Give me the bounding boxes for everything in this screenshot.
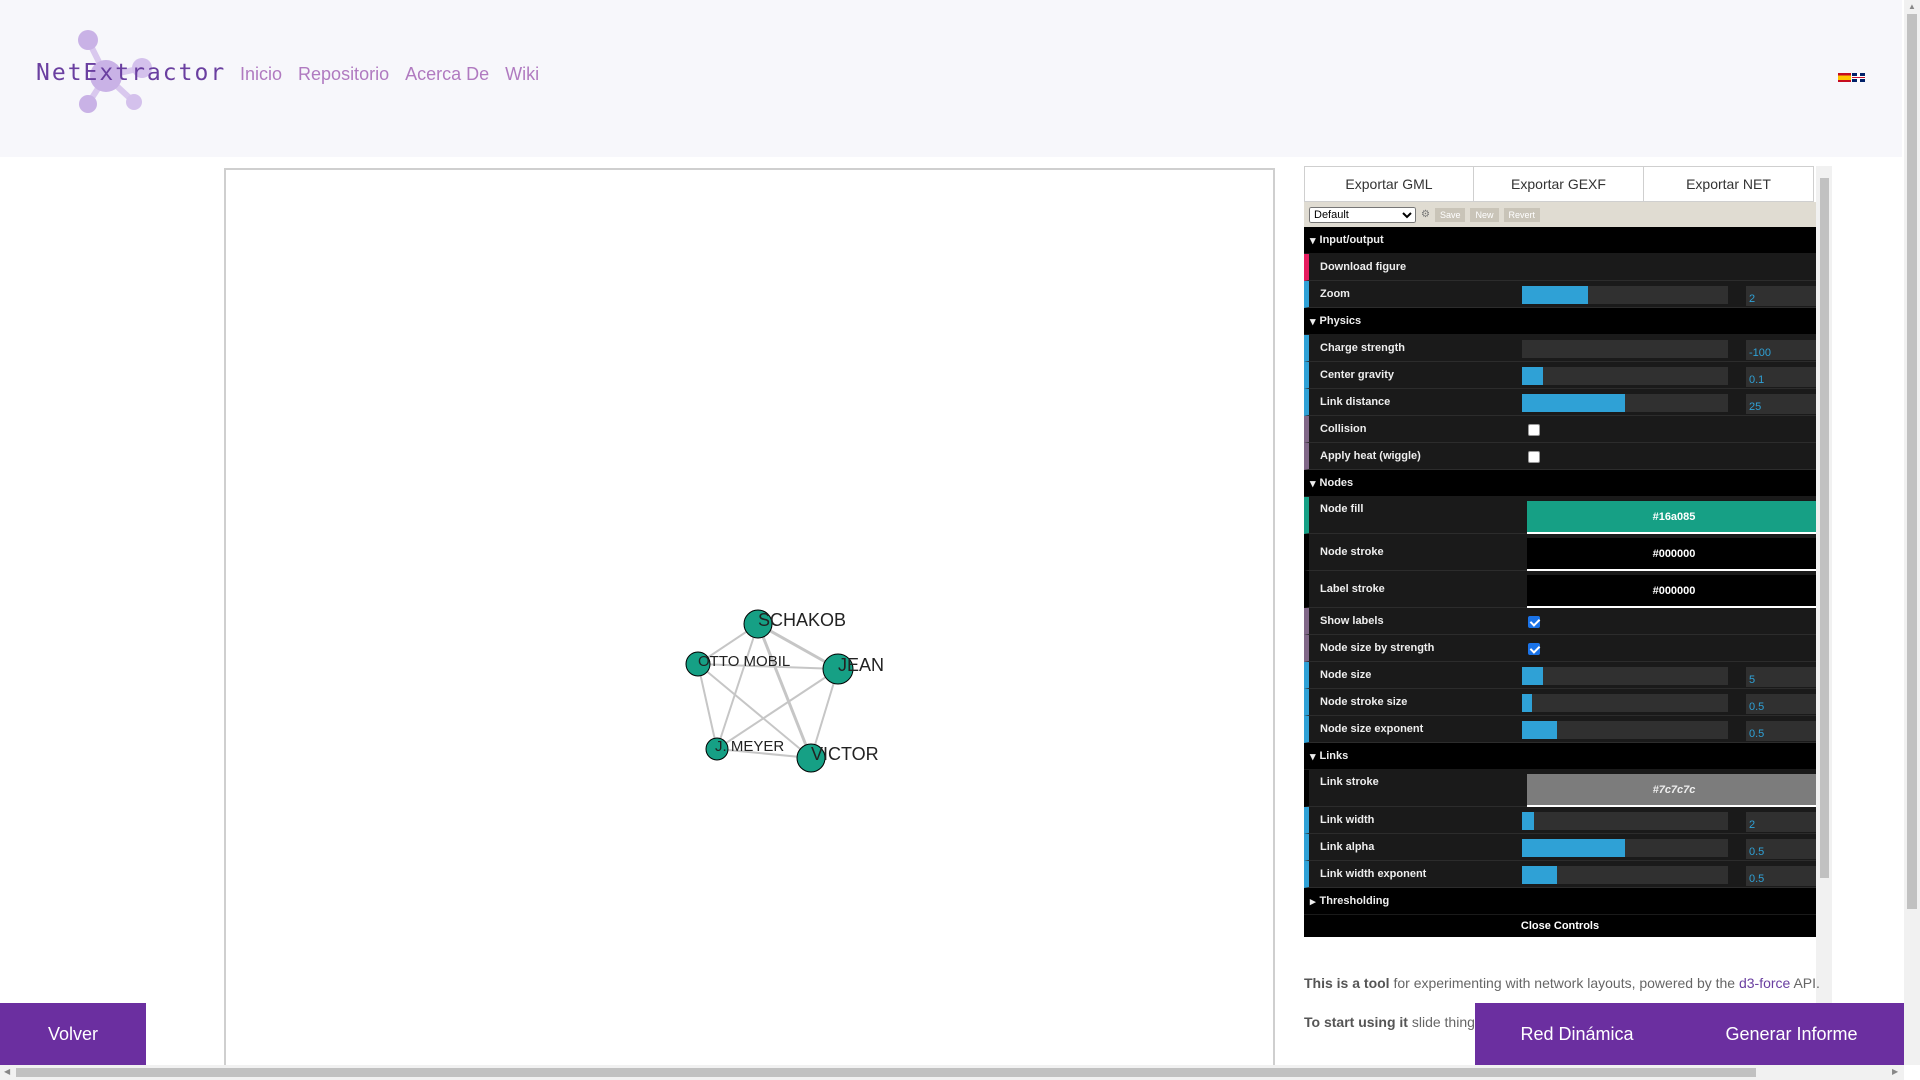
node-size-exponent-input[interactable]: 0.5 [1746, 721, 1816, 741]
graph-node-label: SCHAKOB [758, 610, 846, 630]
export-gml-button[interactable]: Exportar GML [1304, 166, 1474, 202]
graph-link [716, 668, 839, 750]
volver-button[interactable]: Volver [0, 1003, 146, 1065]
page-vertical-scrollbar-thumb[interactable] [1907, 14, 1917, 909]
center-gravity-input[interactable]: 0.1 [1746, 367, 1816, 387]
charge-strength-slider[interactable] [1522, 340, 1728, 358]
control-panel: Exportar GML Exportar GEXF Exportar NET … [1304, 166, 1816, 1066]
link-distance-input[interactable]: 25 [1746, 394, 1816, 414]
controls-gui: ▾ Input/output Download figure Zoom 2 ▾ … [1304, 227, 1816, 937]
node-fill-color[interactable]: #16a085 [1527, 501, 1816, 532]
node-size-input[interactable]: 5 [1746, 667, 1816, 687]
main-nav: Inicio Repositorio Acerca De Wiki [240, 64, 539, 85]
zoom-control: Zoom 2 [1304, 281, 1816, 308]
link-alpha-control: Link alpha 0.5 [1304, 834, 1816, 861]
preset-bar: Default ⚙ Save New Revert [1304, 202, 1816, 227]
export-gexf-button[interactable]: Exportar GEXF [1474, 166, 1644, 202]
link-width-exponent-input[interactable]: 0.5 [1746, 866, 1816, 886]
graph-node-label: J. MEYER [715, 738, 784, 755]
folder-links[interactable]: ▾ Links [1304, 743, 1816, 770]
save-preset-button[interactable]: Save [1434, 207, 1466, 222]
export-net-button[interactable]: Exportar NET [1644, 166, 1814, 202]
node-size-control: Node size 5 [1304, 662, 1816, 689]
link-alpha-input[interactable]: 0.5 [1746, 839, 1816, 859]
logo[interactable]: NetExtractor [30, 30, 224, 120]
new-preset-button[interactable]: New [1470, 207, 1499, 222]
collision-control: Collision [1304, 416, 1816, 443]
link-stroke-control: Link stroke #7c7c7c [1304, 770, 1816, 808]
center-gravity-slider[interactable] [1522, 367, 1728, 385]
link-width-exponent-control: Link width exponent 0.5 [1304, 861, 1816, 888]
node-fill-control: Node fill #16a085 [1304, 497, 1816, 535]
site-header: NetExtractor Inicio Repositorio Acerca D… [0, 0, 1902, 157]
show-labels-checkbox[interactable] [1528, 616, 1540, 628]
link-width-control: Link width 2 [1304, 807, 1816, 834]
d3-force-link[interactable]: d3-force [1739, 975, 1790, 991]
center-gravity-control: Center gravity 0.1 [1304, 362, 1816, 389]
download-figure-button[interactable]: Download figure [1304, 254, 1816, 281]
uk-flag-icon[interactable] [1852, 73, 1865, 82]
panel-scrollbar-thumb[interactable] [1820, 178, 1829, 878]
link-alpha-slider[interactable] [1522, 839, 1728, 857]
node-stroke-control: Node stroke #000000 [1304, 534, 1816, 572]
nav-wiki[interactable]: Wiki [505, 64, 539, 85]
charge-strength-control: Charge strength -100 [1304, 335, 1816, 362]
close-controls-button[interactable]: Close Controls [1304, 915, 1816, 937]
link-distance-control: Link distance 25 [1304, 389, 1816, 416]
node-size-exponent-slider[interactable] [1522, 721, 1728, 739]
link-width-input[interactable]: 2 [1746, 812, 1816, 832]
export-tabs: Exportar GML Exportar GEXF Exportar NET [1304, 166, 1816, 202]
zoom-slider[interactable] [1522, 286, 1728, 304]
language-switcher [1838, 73, 1865, 82]
node-size-by-strength-control: Node size by strength [1304, 635, 1816, 662]
link-stroke-color[interactable]: #7c7c7c [1527, 774, 1816, 805]
graph-node-label: VICTOR [811, 744, 879, 764]
zoom-input[interactable]: 2 [1746, 286, 1816, 306]
node-size-by-strength-checkbox[interactable] [1528, 643, 1540, 655]
link-width-exponent-slider[interactable] [1522, 866, 1728, 884]
node-stroke-size-control: Node stroke size 0.5 [1304, 689, 1816, 716]
folder-nodes[interactable]: ▾ Nodes [1304, 470, 1816, 497]
link-width-slider[interactable] [1522, 812, 1728, 830]
node-size-slider[interactable] [1522, 667, 1728, 685]
scroll-right-icon[interactable]: ▶ [1892, 1067, 1898, 1076]
revert-preset-button[interactable]: Revert [1503, 207, 1541, 222]
red-dinamica-button[interactable]: Red Dinámica [1475, 1003, 1679, 1065]
graph-node-label: JEAN [838, 655, 884, 675]
nav-acerca-de[interactable]: Acerca De [405, 64, 489, 85]
link-distance-slider[interactable] [1522, 394, 1728, 412]
apply-heat-checkbox[interactable] [1528, 451, 1540, 463]
generar-informe-button[interactable]: Generar Informe [1679, 1003, 1904, 1065]
scroll-left-icon[interactable]: ◀ [4, 1067, 10, 1076]
node-size-exponent-control: Node size exponent 0.5 [1304, 716, 1816, 743]
spain-flag-icon[interactable] [1838, 73, 1851, 82]
nav-inicio[interactable]: Inicio [240, 64, 282, 85]
network-canvas[interactable]: SCHAKOB OTTO MOBIL JEAN J. MEYER VICTOR [224, 168, 1275, 1068]
show-labels-control: Show labels [1304, 608, 1816, 635]
node-stroke-size-input[interactable]: 0.5 [1746, 694, 1816, 714]
description-paragraph-1: This is a tool for experimenting with ne… [1304, 975, 1820, 991]
nav-repositorio[interactable]: Repositorio [298, 64, 389, 85]
page-horizontal-scrollbar-thumb[interactable] [16, 1068, 1756, 1077]
graph-link [716, 623, 759, 750]
folder-physics[interactable]: ▾ Physics [1304, 308, 1816, 335]
network-graph[interactable]: SCHAKOB OTTO MOBIL JEAN J. MEYER VICTOR [226, 170, 1273, 1066]
preset-select[interactable]: Default [1309, 206, 1416, 223]
node-stroke-size-slider[interactable] [1522, 694, 1728, 712]
logo-text: NetExtractor [36, 60, 227, 86]
folder-input-output[interactable]: ▾ Input/output [1304, 227, 1816, 254]
gear-icon[interactable]: ⚙ [1421, 209, 1430, 220]
scroll-up-icon[interactable]: ▲ [1908, 2, 1916, 11]
label-stroke-color[interactable]: #000000 [1527, 575, 1816, 606]
charge-strength-input[interactable]: -100 [1746, 340, 1816, 360]
folder-thresholding[interactable]: ▸ Thresholding [1304, 888, 1816, 915]
collision-checkbox[interactable] [1528, 424, 1540, 436]
graph-node-label: OTTO MOBIL [698, 653, 790, 670]
label-stroke-control: Label stroke #000000 [1304, 571, 1816, 609]
node-stroke-color[interactable]: #000000 [1527, 538, 1816, 569]
apply-heat-control: Apply heat (wiggle) [1304, 443, 1816, 470]
